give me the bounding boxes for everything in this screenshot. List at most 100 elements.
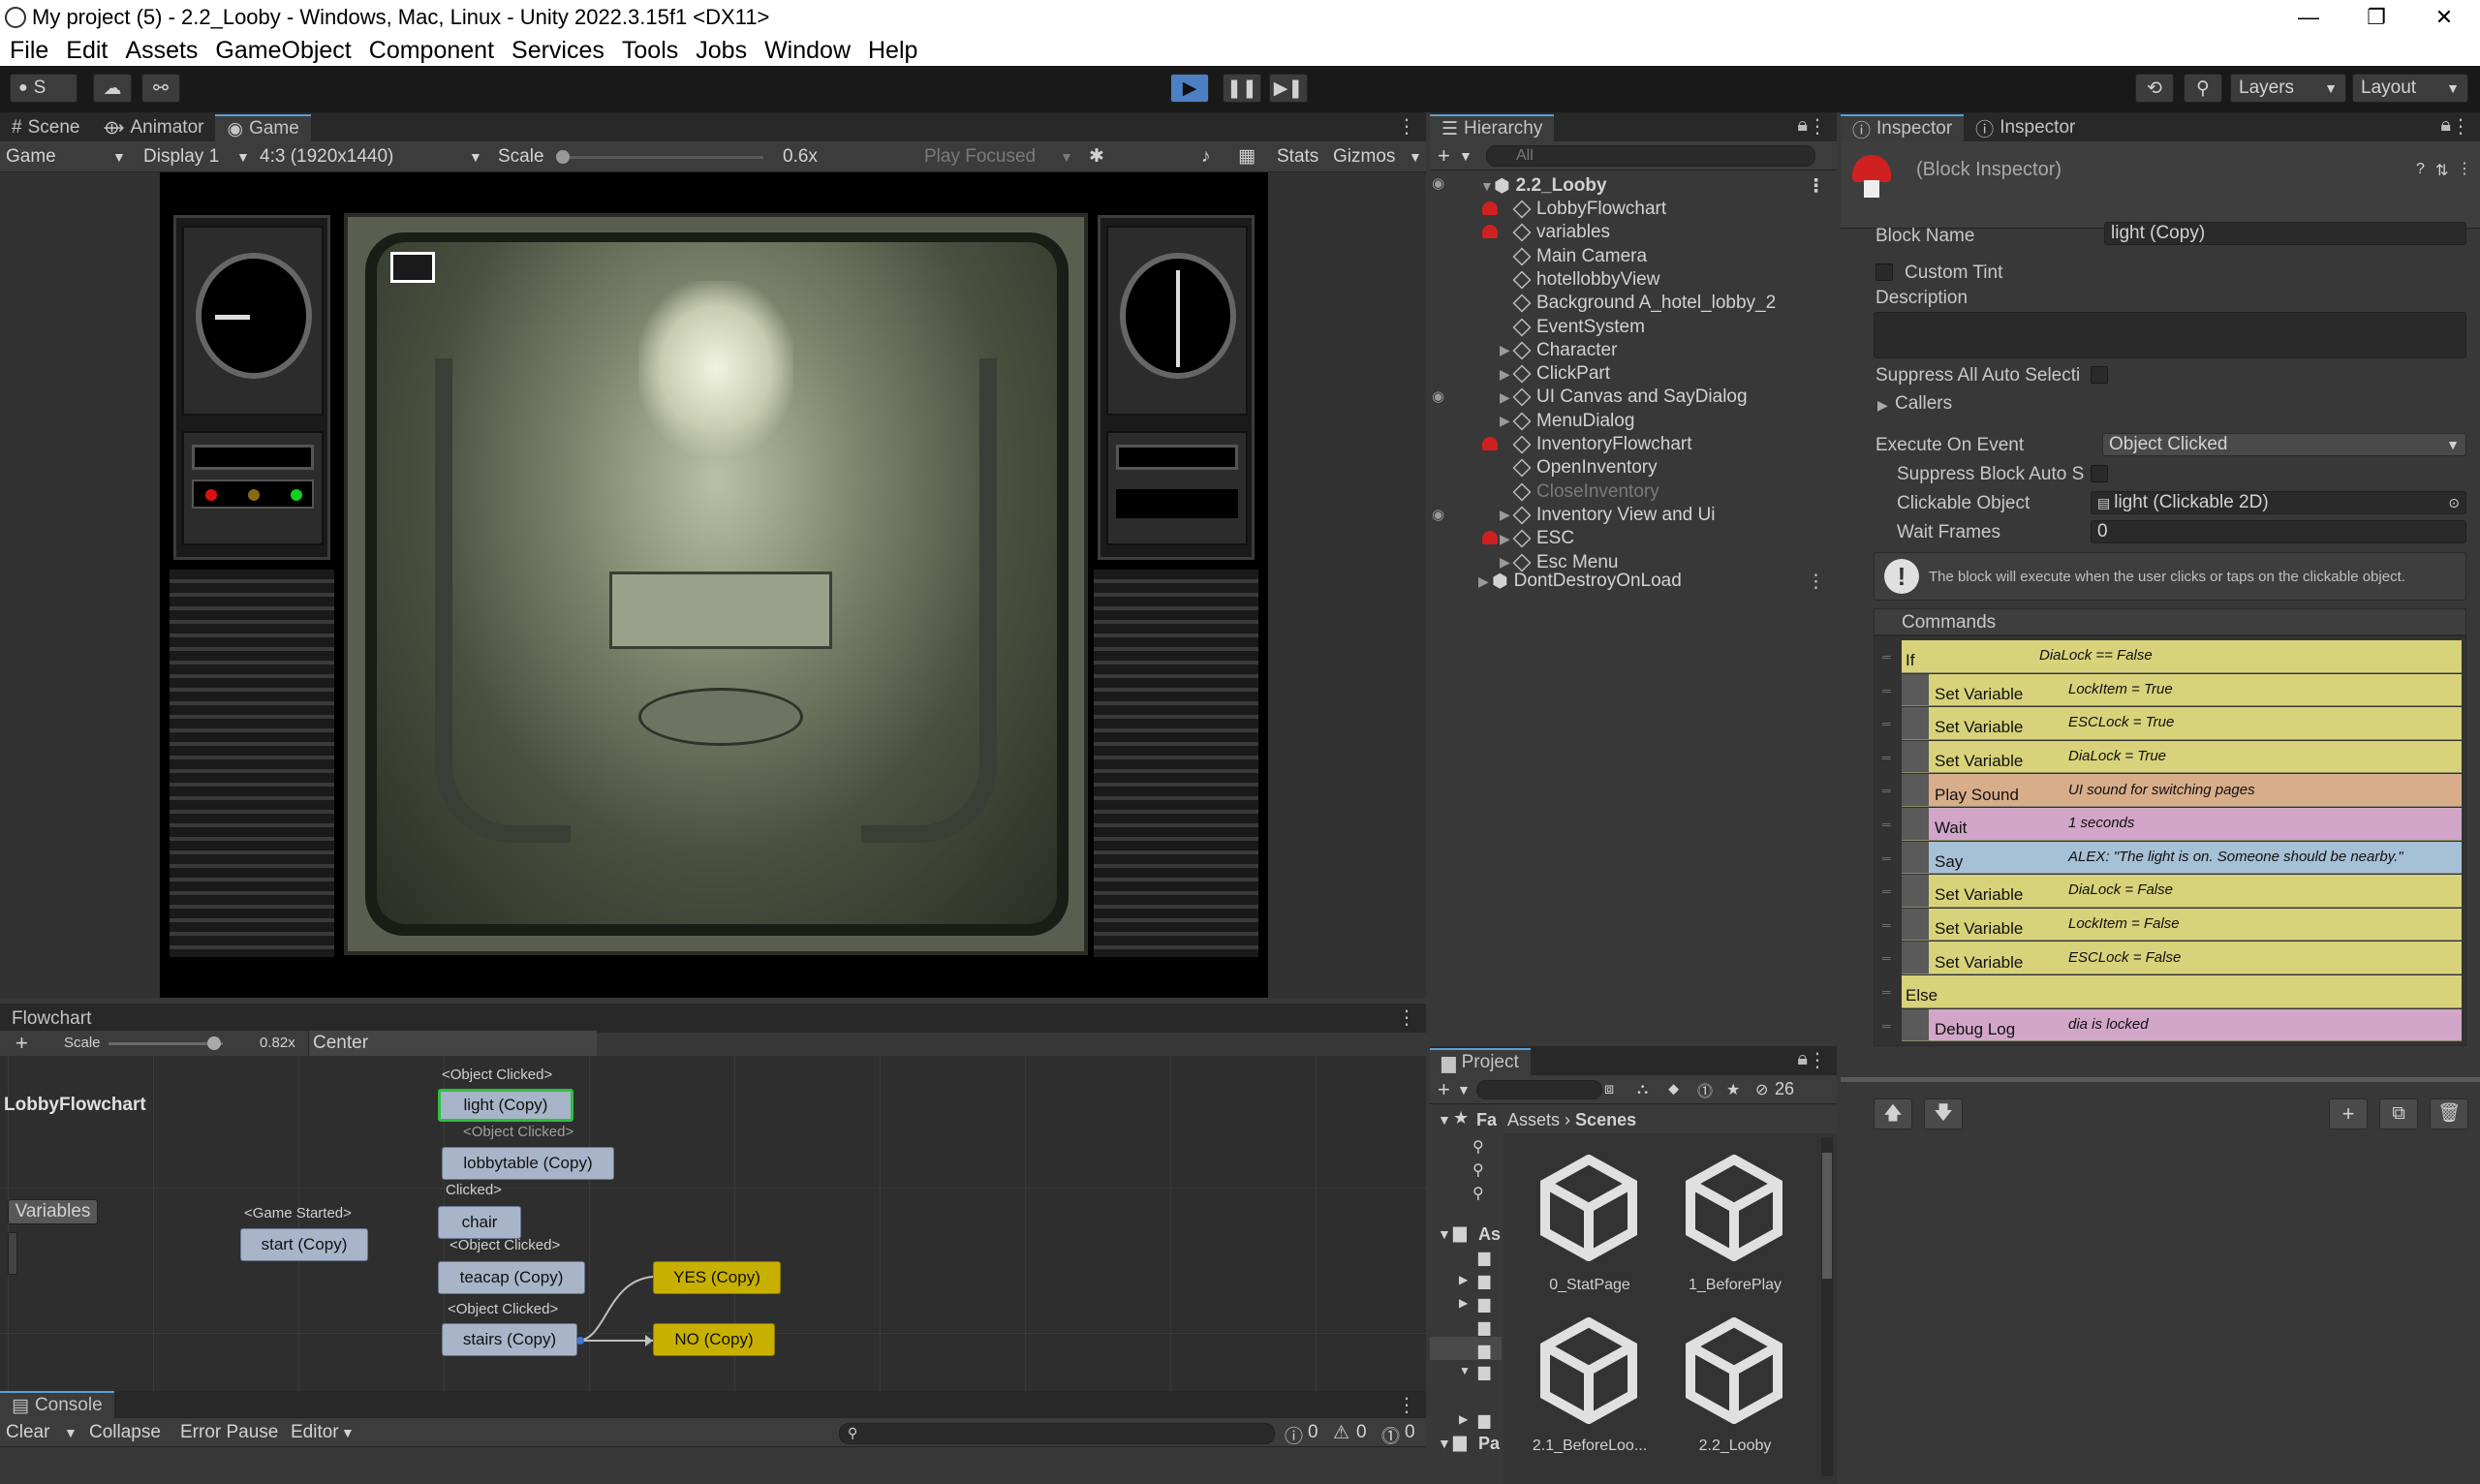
hidden-count-icon[interactable]: ⊘ xyxy=(1755,1080,1768,1099)
menu-edit[interactable]: Edit xyxy=(66,37,108,65)
expand-arrow-icon[interactable]: ▶ xyxy=(1500,413,1513,429)
menu-component[interactable]: Component xyxy=(369,37,494,65)
hierarchy-item[interactable]: ▶ Character xyxy=(1430,339,1837,362)
project-search-input[interactable] xyxy=(1476,1080,1602,1099)
assets-tree-label[interactable]: As xyxy=(1478,1224,1501,1245)
visibility-eye-icon[interactable]: ◉ xyxy=(1432,506,1444,523)
collapse-button[interactable]: Collapse xyxy=(89,1422,161,1443)
expand-arrow-icon[interactable]: ▶ xyxy=(1459,1296,1468,1310)
asset-scrollbar-thumb[interactable] xyxy=(1822,1153,1832,1279)
alert-icon[interactable]: ⓵ xyxy=(1697,1078,1713,1101)
unity-scene-icon[interactable] xyxy=(1540,1154,1637,1262)
drag-handle-icon[interactable]: ═ xyxy=(1882,784,1891,797)
command-row[interactable]: ═ Set Variable LockItem = True xyxy=(1875,673,2465,708)
expand-arrow-icon[interactable]: ▶ xyxy=(1500,507,1513,523)
step-button[interactable]: ▶❚ xyxy=(1269,74,1308,103)
expand-arrow-icon[interactable]: ▼ xyxy=(1438,1226,1451,1242)
object-picker-icon[interactable]: ⊙ xyxy=(2448,495,2460,511)
menu-help[interactable]: Help xyxy=(868,37,917,65)
hierarchy-item[interactable]: OpenInventory xyxy=(1430,456,1837,479)
clear-button[interactable]: Clear xyxy=(6,1422,49,1443)
more-icon[interactable]: ⋮ xyxy=(1808,1048,1827,1072)
more-icon[interactable]: ⋮ xyxy=(1397,1005,1416,1030)
suppress-all-checkbox[interactable] xyxy=(2091,366,2108,384)
expand-arrow-icon[interactable]: ▶ xyxy=(1500,531,1513,547)
drag-handle-icon[interactable]: ═ xyxy=(1882,985,1891,999)
variables-scrollbar[interactable] xyxy=(8,1232,17,1275)
dontdestroy-root[interactable]: ▶ ⬢ DontDestroyOnLoad ⋮ xyxy=(1430,570,1837,593)
breadcrumb-assets[interactable]: Assets xyxy=(1507,1110,1560,1129)
favorites-label[interactable]: Fa xyxy=(1476,1110,1497,1130)
editor-dropdown[interactable]: Editor xyxy=(291,1422,339,1443)
menu-file[interactable]: File xyxy=(10,37,48,65)
suppress-block-checkbox[interactable] xyxy=(2091,465,2108,482)
layers-dropdown[interactable]: Layers ▼ xyxy=(2230,74,2346,103)
stats-button[interactable]: Stats xyxy=(1277,146,1318,168)
drag-handle-icon[interactable]: ═ xyxy=(1882,918,1891,932)
breadcrumb-scenes[interactable]: Scenes xyxy=(1575,1110,1636,1129)
duplicate-command-button[interactable]: ⧉ xyxy=(2379,1098,2418,1129)
add-icon[interactable]: + xyxy=(1438,143,1450,169)
drag-handle-icon[interactable]: ═ xyxy=(1882,951,1891,965)
command-row[interactable]: ═ Wait 1 seconds xyxy=(1875,808,2465,842)
search-by-type-icon[interactable]: ⧈ xyxy=(1604,1081,1614,1098)
play-focused-dropdown[interactable]: Play Focused xyxy=(924,146,1036,168)
hierarchy-item[interactable]: ▶ ClickPart xyxy=(1430,362,1837,386)
inventory-icon[interactable] xyxy=(390,252,435,283)
presets-icon[interactable]: ⇅ xyxy=(2435,161,2448,180)
hierarchy-item[interactable]: ▶ MenuDialog xyxy=(1430,410,1837,433)
tab-project[interactable]: ▆ Project xyxy=(1430,1048,1531,1075)
block-light-copy[interactable]: light (Copy) xyxy=(438,1089,574,1122)
drag-handle-icon[interactable]: ═ xyxy=(1882,1019,1891,1033)
history-button[interactable]: ⟲ xyxy=(2135,74,2174,103)
hierarchy-item[interactable]: ▶ ESC xyxy=(1430,527,1837,550)
expand-arrow-icon[interactable]: ▼ xyxy=(1459,1364,1471,1377)
tab-flowchart[interactable]: Flowchart xyxy=(0,1005,103,1033)
game-mode-dropdown[interactable]: Game xyxy=(6,146,56,168)
command-row[interactable]: ═ Set Variable DiaLock = False xyxy=(1875,875,2465,909)
expand-arrow-icon[interactable]: ▼ xyxy=(1438,1436,1451,1451)
unity-scene-icon[interactable] xyxy=(1540,1316,1637,1425)
hierarchy-item[interactable]: EventSystem xyxy=(1430,316,1837,339)
expand-arrow-icon[interactable]: ▶ xyxy=(1500,389,1513,406)
tab-console[interactable]: ▤ Console xyxy=(0,1391,114,1418)
tab-inspector-2[interactable]: ⓘ Inspector xyxy=(1964,114,2087,141)
flowchart-scale-track[interactable] xyxy=(108,1042,223,1045)
command-row[interactable]: ═ Play Sound UI sound for switching pages xyxy=(1875,774,2465,808)
description-input[interactable] xyxy=(1874,312,2466,358)
more-icon[interactable]: ⋮ xyxy=(1397,114,1416,139)
tab-animator[interactable]: ⟴ Animator xyxy=(91,114,215,141)
error-icon[interactable]: ⓵ xyxy=(1381,1422,1400,1448)
scale-slider-thumb[interactable] xyxy=(556,150,570,164)
variables-button[interactable]: Variables xyxy=(8,1199,98,1224)
expand-arrow-icon[interactable]: ▶ xyxy=(1500,554,1513,571)
callers-foldout[interactable]: Callers xyxy=(1895,393,1952,415)
menu-gameobject[interactable]: GameObject xyxy=(215,37,351,65)
more-icon[interactable]: ⋮ xyxy=(2451,114,2470,139)
help-icon[interactable]: ? xyxy=(2416,161,2425,178)
scene-root[interactable]: ▼ ⬢ 2.2_Looby ⋮ xyxy=(1430,174,1837,198)
console-search-input[interactable]: ⚲ xyxy=(839,1423,1275,1444)
scale-slider-track[interactable] xyxy=(560,156,763,159)
command-row[interactable]: ═ Set Variable ESCLock = False xyxy=(1875,942,2465,975)
delete-command-button[interactable]: 🗑︎ xyxy=(2430,1098,2468,1129)
hierarchy-item[interactable]: CloseInventory xyxy=(1430,480,1837,504)
more-icon[interactable]: ⋮ xyxy=(2457,159,2472,178)
add-command-button[interactable]: + xyxy=(2329,1098,2368,1129)
collab-button[interactable]: ⚯ xyxy=(141,74,180,103)
expand-arrow-icon[interactable]: ▶ xyxy=(1500,366,1513,383)
command-row[interactable]: ═ Debug Log dia is locked xyxy=(1875,1008,2465,1043)
menu-jobs[interactable]: Jobs xyxy=(696,37,747,65)
aspect-dropdown[interactable]: 4:3 (1920x1440) xyxy=(260,146,393,168)
gizmos-button[interactable]: Gizmos xyxy=(1333,146,1395,168)
visibility-eye-icon[interactable]: ◉ xyxy=(1432,387,1444,405)
visibility-eye-icon[interactable]: ◉ xyxy=(1432,174,1444,192)
drag-handle-icon[interactable]: ═ xyxy=(1882,751,1891,764)
chevron-down-icon[interactable]: ▼ xyxy=(64,1425,78,1440)
more-icon[interactable]: ⋮ xyxy=(1397,1393,1416,1417)
game-render[interactable] xyxy=(160,172,1268,998)
menu-assets[interactable]: Assets xyxy=(125,37,198,65)
add-icon[interactable]: + xyxy=(1438,1077,1450,1102)
tab-game[interactable]: ◉ Game xyxy=(215,114,311,141)
error-pause-button[interactable]: Error Pause xyxy=(180,1422,278,1443)
